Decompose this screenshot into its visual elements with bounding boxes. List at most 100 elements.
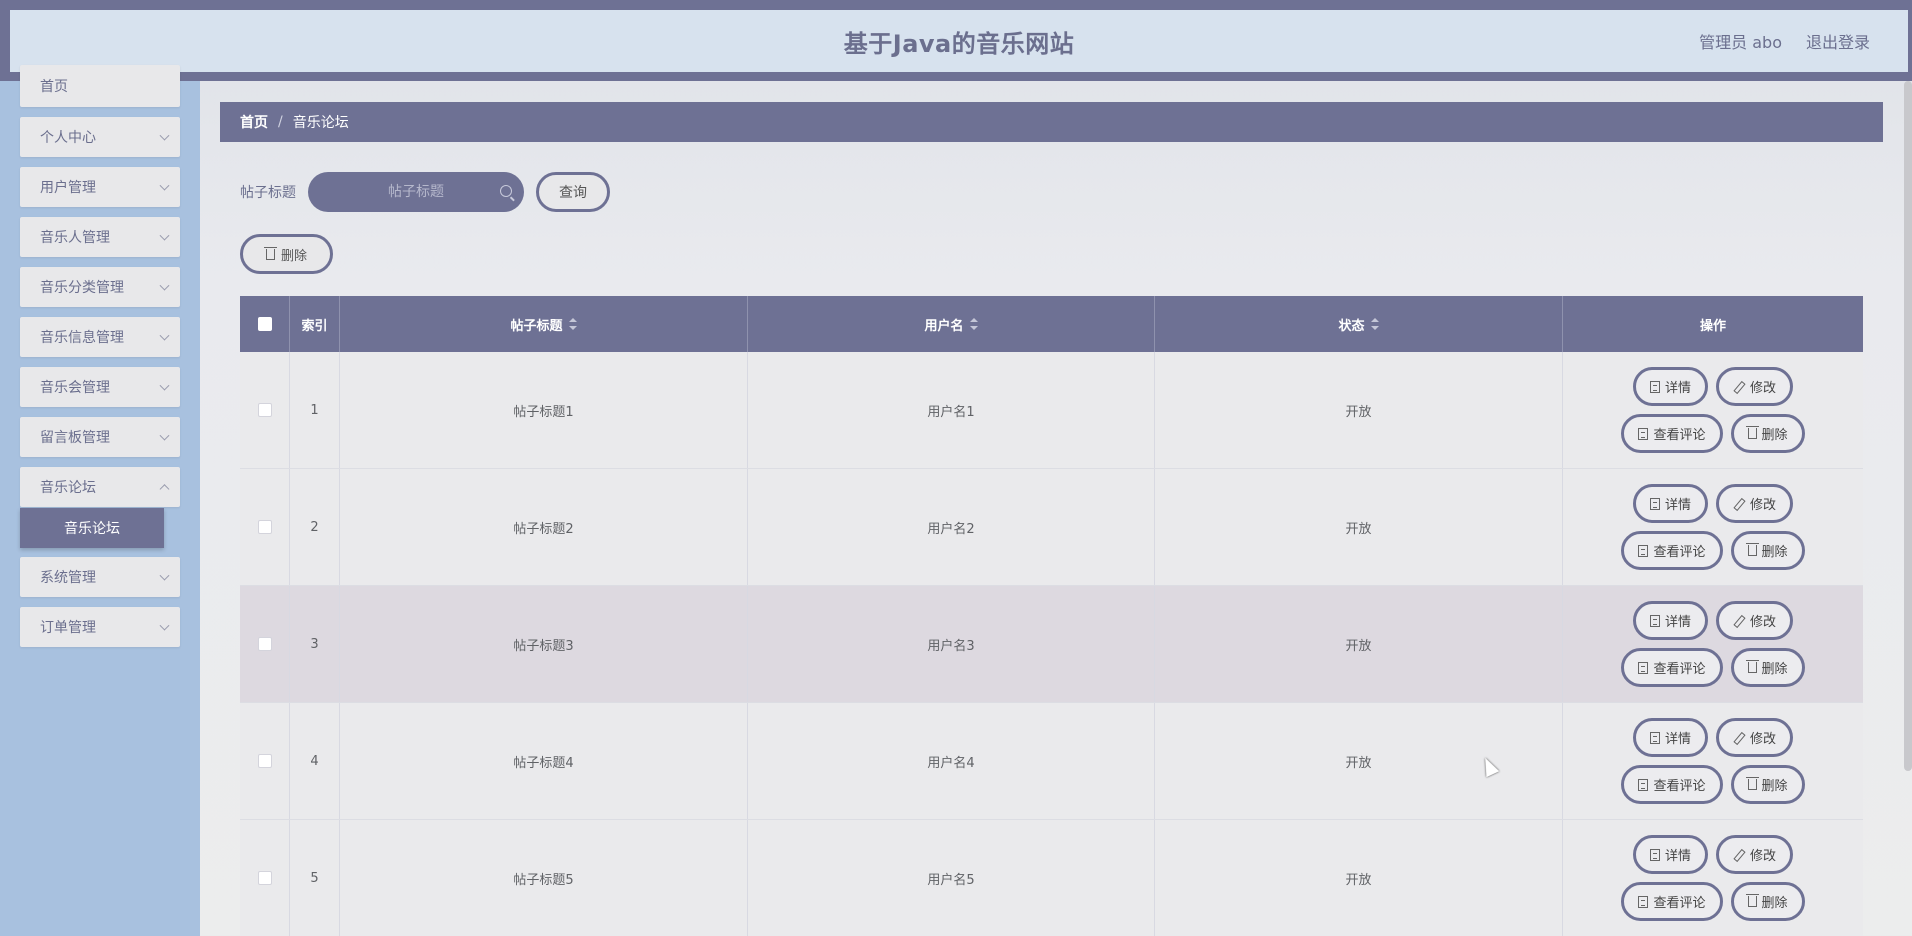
sidebar-item-personal-center[interactable]: 个人中心 bbox=[20, 117, 180, 157]
search-bar: 帖子标题 查询 bbox=[240, 172, 610, 212]
table-row: 3 帖子标题3 用户名3 开放 详情 修改 查看评论 删除 bbox=[240, 586, 1863, 703]
sidebar-item-musician-management[interactable]: 音乐人管理 bbox=[20, 217, 180, 257]
view-comments-button[interactable]: 查看评论 bbox=[1621, 765, 1723, 804]
document-icon bbox=[1638, 661, 1649, 674]
logout-link[interactable]: 退出登录 bbox=[1806, 29, 1870, 53]
header-select-all bbox=[240, 296, 290, 352]
view-comments-label: 查看评论 bbox=[1653, 779, 1706, 794]
header-user-area: 管理员 abo 退出登录 bbox=[1699, 10, 1870, 72]
cell-operations: 详情 修改 查看评论 删除 bbox=[1563, 703, 1863, 819]
row-checkbox[interactable] bbox=[257, 403, 272, 417]
search-input[interactable] bbox=[308, 172, 524, 212]
sidebar-item-order-management[interactable]: 订单管理 bbox=[20, 607, 180, 647]
column-header-title[interactable]: 帖子标题 bbox=[340, 296, 748, 352]
sidebar-item-label: 留言板管理 bbox=[40, 430, 110, 446]
edit-button[interactable]: 修改 bbox=[1716, 718, 1794, 757]
sidebar-item-label: 个人中心 bbox=[40, 130, 96, 146]
document-icon bbox=[1649, 848, 1660, 861]
column-header-user[interactable]: 用户名 bbox=[748, 296, 1155, 352]
view-comments-button[interactable]: 查看评论 bbox=[1621, 648, 1723, 687]
view-comments-button[interactable]: 查看评论 bbox=[1621, 531, 1723, 570]
breadcrumb-current: 音乐论坛 bbox=[292, 115, 349, 131]
detail-button[interactable]: 详情 bbox=[1632, 718, 1708, 757]
document-icon bbox=[1649, 497, 1660, 510]
trash-icon bbox=[263, 246, 277, 260]
trash-icon bbox=[1745, 777, 1759, 790]
cell-status: 开放 bbox=[1155, 469, 1563, 585]
select-all-checkbox[interactable] bbox=[257, 317, 272, 331]
edit-button[interactable]: 修改 bbox=[1716, 835, 1794, 874]
cell-index: 5 bbox=[290, 820, 340, 936]
bulk-delete-button[interactable]: 删除 bbox=[240, 234, 333, 274]
sidebar-item-label: 订单管理 bbox=[40, 620, 96, 636]
cell-operations: 详情 修改 查看评论 删除 bbox=[1563, 352, 1863, 468]
detail-button[interactable]: 详情 bbox=[1632, 835, 1708, 874]
delete-button[interactable]: 删除 bbox=[1730, 531, 1805, 570]
table-header: 索引 帖子标题 用户名 状态 操作 bbox=[240, 296, 1863, 352]
detail-button[interactable]: 详情 bbox=[1632, 601, 1708, 640]
query-button[interactable]: 查询 bbox=[536, 172, 610, 212]
sidebar-item-home[interactable]: 首页 bbox=[20, 65, 180, 107]
cell-title: 帖子标题4 bbox=[340, 703, 748, 819]
chevron-down-icon bbox=[159, 330, 170, 341]
sidebar-item-music-forum[interactable]: 音乐论坛 bbox=[20, 467, 180, 507]
sidebar-item-user-management[interactable]: 用户管理 bbox=[20, 167, 180, 207]
cell-status: 开放 bbox=[1155, 820, 1563, 936]
cell-status: 开放 bbox=[1155, 586, 1563, 702]
row-checkbox[interactable] bbox=[257, 871, 272, 885]
row-check-cell bbox=[240, 352, 290, 468]
edit-label: 修改 bbox=[1750, 381, 1777, 396]
delete-button[interactable]: 删除 bbox=[1730, 765, 1805, 804]
trash-icon bbox=[1745, 426, 1759, 439]
view-comments-button[interactable]: 查看评论 bbox=[1621, 414, 1723, 453]
delete-button[interactable]: 删除 bbox=[1730, 882, 1805, 921]
sort-icon[interactable] bbox=[1370, 318, 1379, 330]
forum-table: 索引 帖子标题 用户名 状态 操作 1 帖子标题1 用户名1 开放 详情 修改 bbox=[240, 296, 1863, 936]
column-header-status-label: 状态 bbox=[1338, 318, 1365, 334]
view-comments-label: 查看评论 bbox=[1653, 428, 1706, 443]
edit-label: 修改 bbox=[1750, 732, 1777, 747]
sidebar-subitem-music-forum[interactable]: 音乐论坛 bbox=[20, 508, 164, 548]
sort-icon[interactable] bbox=[969, 318, 978, 330]
sort-icon[interactable] bbox=[568, 318, 577, 330]
table-row: 2 帖子标题2 用户名2 开放 详情 修改 查看评论 删除 bbox=[240, 469, 1863, 586]
edit-button[interactable]: 修改 bbox=[1716, 484, 1794, 523]
sidebar-item-music-info-management[interactable]: 音乐信息管理 bbox=[20, 317, 180, 357]
delete-button[interactable]: 删除 bbox=[1730, 414, 1805, 453]
page-scrollbar[interactable] bbox=[1904, 81, 1912, 771]
search-field bbox=[308, 172, 524, 212]
breadcrumb-home[interactable]: 首页 bbox=[240, 112, 268, 132]
edit-button[interactable]: 修改 bbox=[1716, 367, 1794, 406]
sidebar-item-label: 音乐分类管理 bbox=[40, 280, 124, 296]
detail-button[interactable]: 详情 bbox=[1632, 367, 1708, 406]
detail-label: 详情 bbox=[1664, 498, 1691, 513]
edit-label: 修改 bbox=[1750, 849, 1777, 864]
row-checkbox[interactable] bbox=[257, 520, 272, 534]
table-row: 1 帖子标题1 用户名1 开放 详情 修改 查看评论 删除 bbox=[240, 352, 1863, 469]
sidebar-item-system-management[interactable]: 系统管理 bbox=[20, 557, 180, 597]
column-header-status[interactable]: 状态 bbox=[1155, 296, 1563, 352]
document-icon bbox=[1649, 380, 1660, 393]
chevron-up-icon bbox=[159, 484, 170, 495]
admin-user-label[interactable]: 管理员 abo bbox=[1699, 29, 1782, 53]
view-comments-label: 查看评论 bbox=[1653, 662, 1706, 677]
trash-icon bbox=[1745, 543, 1759, 556]
view-comments-button[interactable]: 查看评论 bbox=[1621, 882, 1723, 921]
row-checkbox[interactable] bbox=[257, 754, 272, 768]
edit-button[interactable]: 修改 bbox=[1716, 601, 1794, 640]
document-icon bbox=[1638, 427, 1649, 440]
detail-button[interactable]: 详情 bbox=[1632, 484, 1708, 523]
sidebar-item-concert-management[interactable]: 音乐会管理 bbox=[20, 367, 180, 407]
row-checkbox[interactable] bbox=[257, 637, 272, 651]
cell-title: 帖子标题2 bbox=[340, 469, 748, 585]
cell-title: 帖子标题3 bbox=[340, 586, 748, 702]
sidebar-item-message-board-management[interactable]: 留言板管理 bbox=[20, 417, 180, 457]
sidebar-item-label: 用户管理 bbox=[40, 180, 96, 196]
chevron-down-icon bbox=[159, 130, 170, 141]
sidebar-item-music-category-management[interactable]: 音乐分类管理 bbox=[20, 267, 180, 307]
chevron-down-icon bbox=[159, 430, 170, 441]
trash-icon bbox=[1745, 894, 1759, 907]
column-header-user-label: 用户名 bbox=[924, 318, 964, 334]
cell-title: 帖子标题1 bbox=[340, 352, 748, 468]
delete-button[interactable]: 删除 bbox=[1730, 648, 1805, 687]
